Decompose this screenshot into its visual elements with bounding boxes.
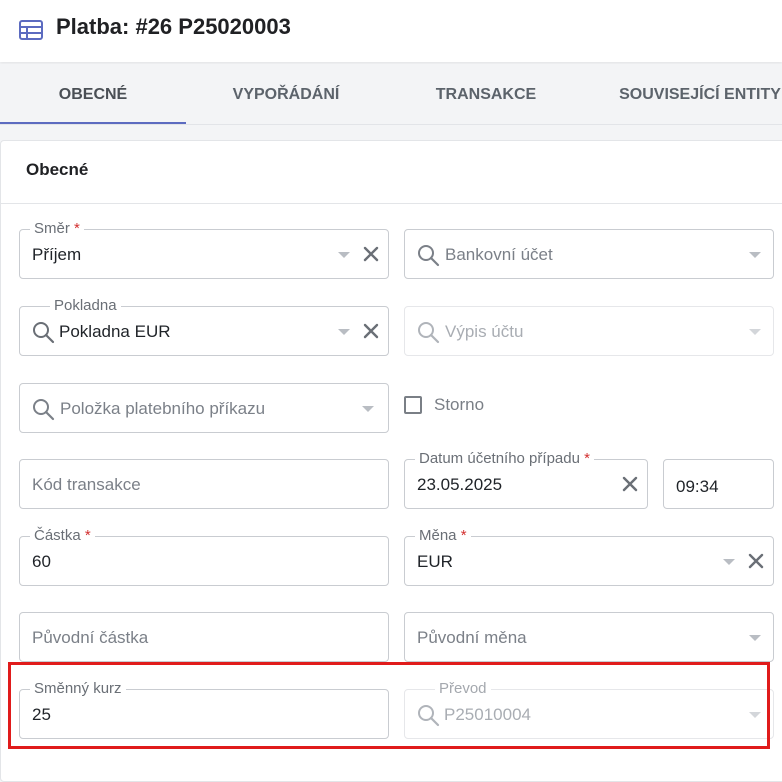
datum-input[interactable]: Datum účetního případu * 23.05.2025 xyxy=(404,450,648,509)
close-icon[interactable] xyxy=(362,322,380,340)
tab-vyporadani[interactable]: VYPOŘÁDÁNÍ xyxy=(186,64,386,124)
chevron-down-icon[interactable] xyxy=(749,252,761,258)
storno-label: Storno xyxy=(434,395,485,414)
page-title: Platba: #26 P25020003 xyxy=(56,14,291,39)
chevron-down-icon[interactable] xyxy=(338,329,350,335)
search-icon xyxy=(33,322,55,344)
kod-transakce-input[interactable]: Kód transakce xyxy=(19,459,389,509)
cas-value: 09:34 xyxy=(676,477,719,496)
mena-select[interactable]: Měna * EUR xyxy=(404,527,774,586)
mena-value: EUR xyxy=(417,552,453,571)
castka-label: Částka * xyxy=(30,527,95,545)
puvodni-castka-placeholder: Původní částka xyxy=(32,628,149,647)
puvodni-mena-select[interactable]: Původní měna xyxy=(404,612,774,662)
pokladna-select[interactable]: Pokladna Pokladna EUR xyxy=(19,297,389,356)
puvodni-castka-input[interactable]: Původní částka xyxy=(19,612,389,662)
bankovni-ucet-placeholder: Bankovní účet xyxy=(445,245,553,264)
chevron-down-icon xyxy=(749,329,761,335)
tab-bar: OBECNÉ VYPOŘÁDÁNÍ TRANSAKCE SOUVISEJÍCÍ … xyxy=(0,64,782,125)
tab-transakce[interactable]: TRANSAKCE xyxy=(386,64,586,124)
close-icon[interactable] xyxy=(747,552,765,570)
smer-select[interactable]: Směr * Příjem xyxy=(19,220,389,279)
cas-input[interactable]: 09:34 xyxy=(663,459,774,509)
kod-transakce-placeholder: Kód transakce xyxy=(32,475,141,494)
bankovni-ucet-select[interactable]: Bankovní účet xyxy=(404,229,774,279)
tab-souvisejici-entity[interactable]: SOUVISEJÍCÍ ENTITY xyxy=(600,64,782,124)
highlight-box xyxy=(8,662,770,749)
close-icon[interactable] xyxy=(621,475,639,493)
smer-value: Příjem xyxy=(32,245,82,264)
tab-obecne[interactable]: OBECNÉ xyxy=(0,64,186,124)
castka-value: 60 xyxy=(32,552,51,571)
smer-label: Směr * xyxy=(30,220,84,238)
search-icon xyxy=(418,322,440,344)
active-tab-indicator xyxy=(0,122,186,124)
vypis-uctu-placeholder: Výpis účtu xyxy=(445,322,524,341)
chevron-down-icon[interactable] xyxy=(749,635,761,641)
pokladna-label: Pokladna xyxy=(50,297,121,315)
page-header: Platba: #26 P25020003 xyxy=(0,0,782,62)
section-divider xyxy=(0,203,782,204)
castka-input[interactable]: Částka * 60 xyxy=(19,527,389,586)
chevron-down-icon[interactable] xyxy=(362,406,374,412)
polozka-select[interactable]: Položka platebního příkazu xyxy=(19,383,389,433)
search-icon xyxy=(33,399,55,421)
close-icon[interactable] xyxy=(362,245,380,263)
storno-checkbox[interactable] xyxy=(404,396,422,414)
vypis-uctu-select: Výpis účtu xyxy=(404,306,774,356)
chevron-down-icon[interactable] xyxy=(723,559,735,565)
datum-value: 23.05.2025 xyxy=(417,475,503,494)
table-icon xyxy=(19,20,43,40)
chevron-down-icon[interactable] xyxy=(338,252,350,258)
polozka-placeholder: Položka platebního příkazu xyxy=(60,399,266,418)
datum-label: Datum účetního případu * xyxy=(415,450,594,468)
search-icon xyxy=(418,245,440,267)
pokladna-value: Pokladna EUR xyxy=(59,322,171,341)
puvodni-mena-placeholder: Původní měna xyxy=(417,628,527,647)
section-title: Obecné xyxy=(26,160,89,179)
mena-label: Měna * xyxy=(415,527,471,545)
